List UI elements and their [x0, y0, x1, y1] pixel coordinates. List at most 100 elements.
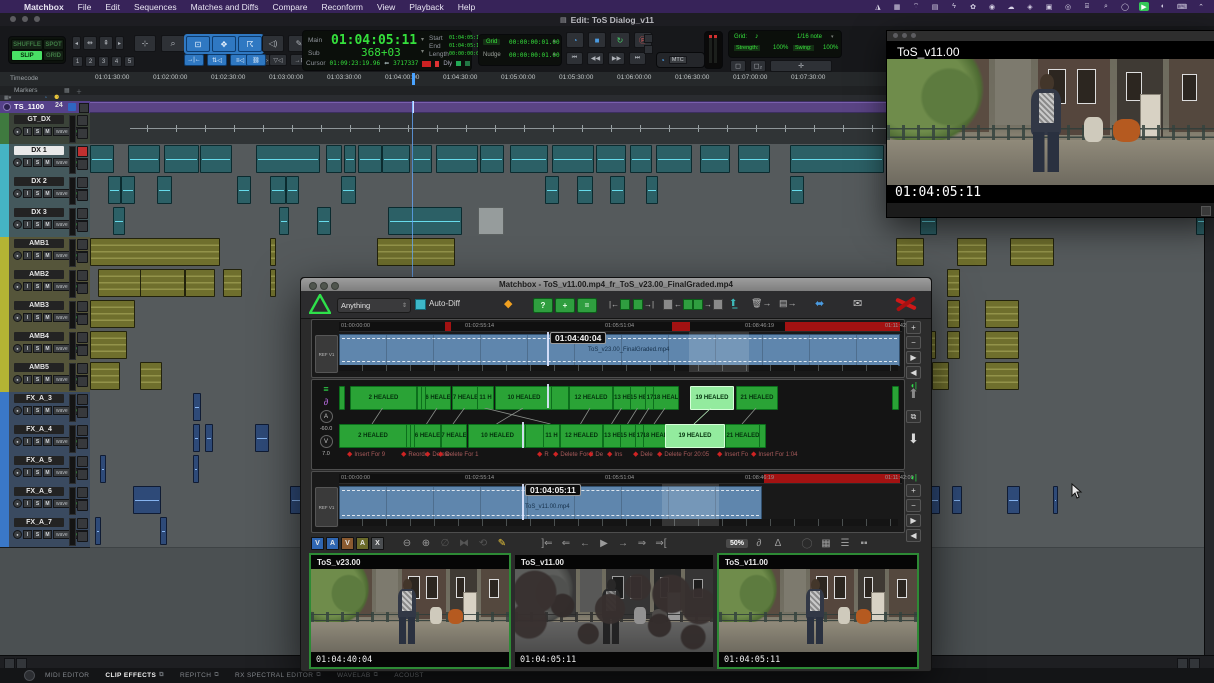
- bolt-icon[interactable]: ϟ: [949, 2, 959, 11]
- audio-clip[interactable]: [90, 238, 220, 266]
- track-mini-button[interactable]: [77, 425, 88, 436]
- step-forward-button[interactable]: →: [615, 537, 631, 549]
- play-forward-button[interactable]: ▶: [906, 351, 921, 364]
- comparison-thumbnail-1[interactable]: ToS_v11.0001:04:05:11: [513, 553, 715, 669]
- clip-conform-icon[interactable]: ▤→: [779, 298, 797, 309]
- zoom-horizontal-icon[interactable]: ⇹: [83, 36, 97, 50]
- track-input-icon[interactable]: ●: [13, 437, 22, 446]
- track-header-amb5[interactable]: AMB5●ISMwaveread: [0, 361, 90, 393]
- track-i-button[interactable]: I: [23, 127, 32, 136]
- track-name[interactable]: DX 3: [14, 208, 64, 217]
- audio-clip[interactable]: [947, 300, 960, 328]
- cloud-icon[interactable]: ☁: [1006, 2, 1016, 11]
- healed-clip[interactable]: 18 HEAL: [643, 424, 667, 448]
- audio-clip[interactable]: [90, 145, 114, 173]
- groove-grid-value[interactable]: 1/16 note: [797, 34, 822, 40]
- healed-clip[interactable]: 19 HEALED: [665, 424, 725, 448]
- track-mini-button[interactable]: [77, 500, 88, 511]
- audio-clip[interactable]: [98, 269, 142, 297]
- audio-clip[interactable]: [596, 145, 626, 173]
- track-header-dx-1[interactable]: DX 1●ISMwaveread: [0, 144, 90, 176]
- track-s-button[interactable]: S: [33, 468, 42, 477]
- healed-clip[interactable]: 11 H: [477, 386, 494, 410]
- audio-clip[interactable]: [317, 207, 331, 235]
- diff-marker[interactable]: ◆R: [537, 452, 549, 458]
- track-input-icon[interactable]: ●: [13, 220, 22, 229]
- track-s-button[interactable]: S: [33, 344, 42, 353]
- track-header-dx-2[interactable]: DX 2●ISMwaveread: [0, 175, 90, 207]
- loop-playback-button[interactable]: ↻: [610, 32, 630, 48]
- audio-clip[interactable]: [90, 331, 127, 359]
- track-m-button[interactable]: M: [43, 282, 52, 291]
- healed-clip[interactable]: 18 HEAL: [653, 386, 679, 410]
- audio-clip[interactable]: [108, 176, 121, 204]
- audio-clip[interactable]: [377, 238, 455, 266]
- track-m-button[interactable]: M: [43, 220, 52, 229]
- zoom-preset-1[interactable]: 1: [72, 56, 83, 67]
- track-name[interactable]: AMB3: [14, 301, 64, 310]
- video-track-name[interactable]: TS_1100: [14, 102, 44, 111]
- track-freeze-icon[interactable]: [3, 103, 11, 111]
- track-mini-button[interactable]: [77, 221, 88, 232]
- audio-clip[interactable]: [344, 145, 356, 173]
- selector-tool-icon[interactable]: ⊡: [186, 36, 210, 52]
- track-name[interactable]: AMB4: [14, 332, 64, 341]
- layer-toggle-v0[interactable]: V: [311, 537, 324, 550]
- gear-settings-button[interactable]: ✛: [770, 60, 832, 72]
- track-s-button[interactable]: S: [33, 530, 42, 539]
- audio-clip[interactable]: [577, 176, 593, 204]
- record-dot-icon[interactable]: ◯: [799, 537, 815, 549]
- zoom-in-button[interactable]: +: [906, 321, 921, 334]
- play-button[interactable]: ▶: [596, 537, 612, 549]
- audio-clip[interactable]: [279, 207, 289, 235]
- track-mini-button[interactable]: [77, 115, 88, 126]
- audio-clip[interactable]: [193, 455, 199, 483]
- track-mini-button[interactable]: [77, 208, 88, 219]
- go-to-start-button[interactable]: ⏮: [566, 52, 583, 65]
- reference-clip-lane[interactable]: ToS_v23.00_FinalGraded.mp4 01:04:40:04: [339, 332, 900, 372]
- track-input-icon[interactable]: ●: [13, 158, 22, 167]
- menu-item-reconform[interactable]: Reconform: [321, 2, 363, 12]
- audio-clip[interactable]: [95, 517, 101, 545]
- shuffle-mode-button[interactable]: SHUFFLE: [11, 39, 43, 50]
- rewind-button[interactable]: ◀◀: [587, 52, 604, 65]
- track-i-button[interactable]: I: [23, 344, 32, 353]
- audio-clip[interactable]: [128, 145, 160, 173]
- audio-clip[interactable]: [185, 269, 215, 297]
- video-window-resize-icon[interactable]: [1201, 206, 1211, 216]
- link-track-icon[interactable]: ▽◁: [269, 54, 287, 66]
- audio-clip[interactable]: [1053, 486, 1058, 514]
- audio-clip[interactable]: [382, 145, 410, 173]
- menu-app-name[interactable]: Matchbox: [24, 2, 64, 12]
- track-s-button[interactable]: S: [33, 437, 42, 446]
- zoom-preset-5[interactable]: 5: [124, 56, 135, 67]
- go-last-diff-button[interactable]: ⇒[: [653, 537, 669, 549]
- mtc-button[interactable]: MTC: [669, 56, 687, 64]
- track-name[interactable]: AMB5: [14, 363, 64, 372]
- close-icon[interactable]: [893, 33, 898, 38]
- menu-item-edit[interactable]: Edit: [105, 2, 120, 12]
- track-mini-button[interactable]: [77, 252, 88, 263]
- markers-view-icon[interactable]: ▦: [64, 87, 70, 94]
- layer-toggle-v2[interactable]: V: [341, 537, 354, 550]
- healed-clip[interactable]: [892, 386, 899, 410]
- zoom-out-button[interactable]: −: [906, 499, 921, 512]
- audio-clip[interactable]: [630, 145, 652, 173]
- track-name[interactable]: FX_A_3: [14, 394, 64, 403]
- track-mini-button[interactable]: [77, 314, 88, 325]
- audio-clip[interactable]: [255, 424, 269, 452]
- audio-clip[interactable]: [1010, 238, 1054, 266]
- track-mini-button[interactable]: [77, 531, 88, 542]
- bulb-icon[interactable]: ⚈: [54, 94, 59, 101]
- audio-clip[interactable]: [223, 269, 242, 297]
- track-i-button[interactable]: I: [23, 220, 32, 229]
- track-s-button[interactable]: S: [33, 313, 42, 322]
- track-s-button[interactable]: S: [33, 220, 42, 229]
- track-s-button[interactable]: S: [33, 189, 42, 198]
- audio-clip[interactable]: [790, 145, 884, 173]
- audio-clip[interactable]: [985, 331, 1019, 359]
- diff-marker[interactable]: ◆Insert Fo: [717, 452, 748, 458]
- audio-clip[interactable]: [985, 300, 1019, 328]
- healed-clip[interactable]: 7 HEALE: [452, 386, 479, 410]
- track-mini-button[interactable]: [77, 146, 88, 157]
